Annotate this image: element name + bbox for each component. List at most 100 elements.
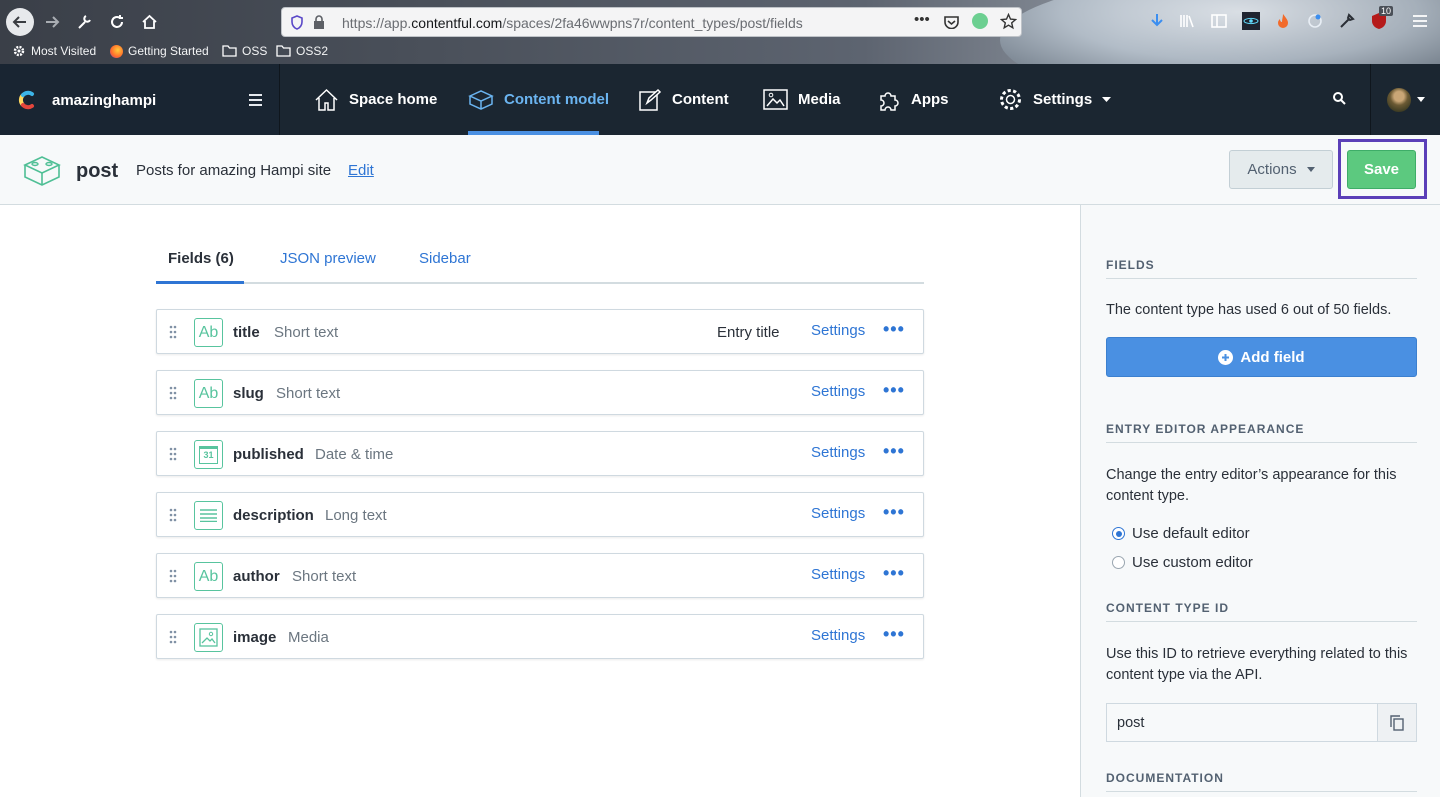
custom-editor-label[interactable]: Use custom editor: [1132, 554, 1253, 571]
radio-custom-editor[interactable]: [1112, 556, 1125, 569]
bookmark-most-visited[interactable]: Most Visited: [12, 44, 96, 58]
bookmark-star-icon[interactable]: [1000, 13, 1017, 30]
forward-button[interactable]: [38, 8, 66, 36]
documentation-heading: DOCUMENTATION: [1106, 771, 1417, 792]
lock-icon: [314, 15, 324, 29]
extension-icon[interactable]: [972, 13, 988, 29]
content-type-icon: [23, 156, 61, 186]
back-button[interactable]: [6, 8, 34, 36]
field-more-button[interactable]: •••: [883, 319, 905, 340]
nav-settings[interactable]: Settings: [998, 64, 1112, 135]
field-more-button[interactable]: •••: [883, 380, 905, 401]
nav-label: Space home: [349, 91, 438, 108]
drag-handle-icon[interactable]: [169, 569, 177, 583]
field-type: Long text: [325, 507, 387, 524]
reload-icon: [111, 15, 123, 28]
nav-space-home[interactable]: Space home: [314, 64, 437, 135]
content-type-id-field[interactable]: post: [1106, 703, 1378, 742]
entry-title-badge: Entry title: [717, 324, 780, 341]
url-domain: contentful.com: [411, 15, 503, 31]
drag-handle-icon[interactable]: [169, 630, 177, 644]
content-type-name: post: [76, 160, 119, 182]
bookmark-label: Most Visited: [31, 44, 97, 58]
bookmark-getting-started[interactable]: Getting Started: [110, 44, 209, 58]
url-text: https://app.contentful.com/spaces/2fa46w…: [342, 15, 803, 31]
nav-content[interactable]: Content: [638, 64, 729, 135]
field-row-title[interactable]: Ab title Short text Entry title Settings…: [156, 309, 924, 354]
field-settings-link[interactable]: Settings: [811, 322, 865, 339]
bookmark-oss2[interactable]: OSS2: [276, 44, 328, 58]
field-settings-link[interactable]: Settings: [811, 383, 865, 400]
fire-extension-icon[interactable]: [1274, 12, 1292, 30]
user-menu[interactable]: [1370, 64, 1440, 135]
pocket-icon[interactable]: [944, 15, 959, 29]
field-type: Date & time: [315, 446, 394, 463]
field-settings-link[interactable]: Settings: [811, 505, 865, 522]
text-icon: Ab: [194, 562, 223, 591]
field-row-published[interactable]: 31 published Date & time Settings •••: [156, 431, 924, 476]
sidebar-toggle-icon[interactable]: [1210, 12, 1228, 30]
active-tab-indicator: [156, 281, 244, 284]
field-row-slug[interactable]: Ab slug Short text Settings •••: [156, 370, 924, 415]
page-actions-more[interactable]: •••: [914, 11, 930, 28]
calendar-icon: 31: [194, 440, 223, 469]
text-icon: Ab: [194, 318, 223, 347]
hamburger-menu-icon[interactable]: [1411, 12, 1429, 30]
save-button[interactable]: Save: [1347, 150, 1416, 189]
actions-button[interactable]: Actions: [1229, 150, 1333, 189]
nav-media[interactable]: Media: [763, 64, 841, 135]
bookmark-oss[interactable]: OSS: [222, 44, 267, 58]
blue-extension-icon[interactable]: [1306, 12, 1324, 30]
nav-label: Media: [798, 91, 841, 108]
drag-handle-icon[interactable]: [169, 447, 177, 461]
customize-button[interactable]: [70, 8, 98, 36]
copy-button[interactable]: [1377, 703, 1417, 742]
appearance-heading: ENTRY EDITOR APPEARANCE: [1106, 422, 1417, 443]
folder-icon: [276, 45, 291, 57]
field-settings-link[interactable]: Settings: [811, 566, 865, 583]
ublock-icon[interactable]: 10: [1370, 6, 1394, 30]
field-row-description[interactable]: description Long text Settings •••: [156, 492, 924, 537]
drag-handle-icon[interactable]: [169, 325, 177, 339]
field-settings-link[interactable]: Settings: [811, 627, 865, 644]
field-settings-link[interactable]: Settings: [811, 444, 865, 461]
add-field-button[interactable]: Add field: [1106, 337, 1417, 377]
search-icon[interactable]: [1333, 92, 1346, 105]
field-row-author[interactable]: Ab author Short text Settings •••: [156, 553, 924, 598]
eyedropper-icon[interactable]: [1338, 12, 1356, 30]
bookmark-label: OSS: [242, 44, 268, 58]
field-name: title: [233, 324, 260, 341]
lines-icon: [200, 509, 217, 522]
edit-content-type-link[interactable]: Edit: [348, 162, 374, 179]
default-editor-label[interactable]: Use default editor: [1132, 525, 1250, 542]
tab-sidebar[interactable]: Sidebar: [419, 250, 471, 267]
wrench-icon: [78, 15, 91, 29]
nav-label: Content model: [504, 91, 609, 108]
plus-circle-icon: [1218, 349, 1234, 365]
reload-button[interactable]: [103, 8, 131, 36]
nav-apps[interactable]: Apps: [877, 64, 949, 135]
react-devtools-icon[interactable]: [1242, 12, 1260, 30]
picture-icon: [199, 628, 218, 647]
field-more-button[interactable]: •••: [883, 563, 905, 584]
drag-handle-icon[interactable]: [169, 386, 177, 400]
tab-fields[interactable]: Fields (6): [168, 250, 234, 267]
home-icon: [315, 88, 338, 111]
field-more-button[interactable]: •••: [883, 624, 905, 645]
menu-icon[interactable]: [248, 94, 263, 106]
drag-handle-icon[interactable]: [169, 508, 177, 522]
field-name: author: [233, 568, 280, 585]
field-row-image[interactable]: image Media Settings •••: [156, 614, 924, 659]
home-icon: [141, 14, 157, 29]
field-more-button[interactable]: •••: [883, 502, 905, 523]
nav-content-model[interactable]: Content model: [468, 64, 609, 135]
home-button[interactable]: [135, 8, 163, 36]
url-bar[interactable]: https://app.contentful.com/spaces/2fa46w…: [281, 7, 1022, 37]
puzzle-icon: [880, 91, 899, 111]
field-more-button[interactable]: •••: [883, 441, 905, 462]
tab-json-preview[interactable]: JSON preview: [280, 250, 376, 267]
space-selector[interactable]: amazinghampi: [0, 64, 280, 135]
downloads-icon[interactable]: [1148, 12, 1166, 30]
radio-default-editor[interactable]: [1112, 527, 1125, 540]
library-icon[interactable]: [1178, 12, 1196, 30]
